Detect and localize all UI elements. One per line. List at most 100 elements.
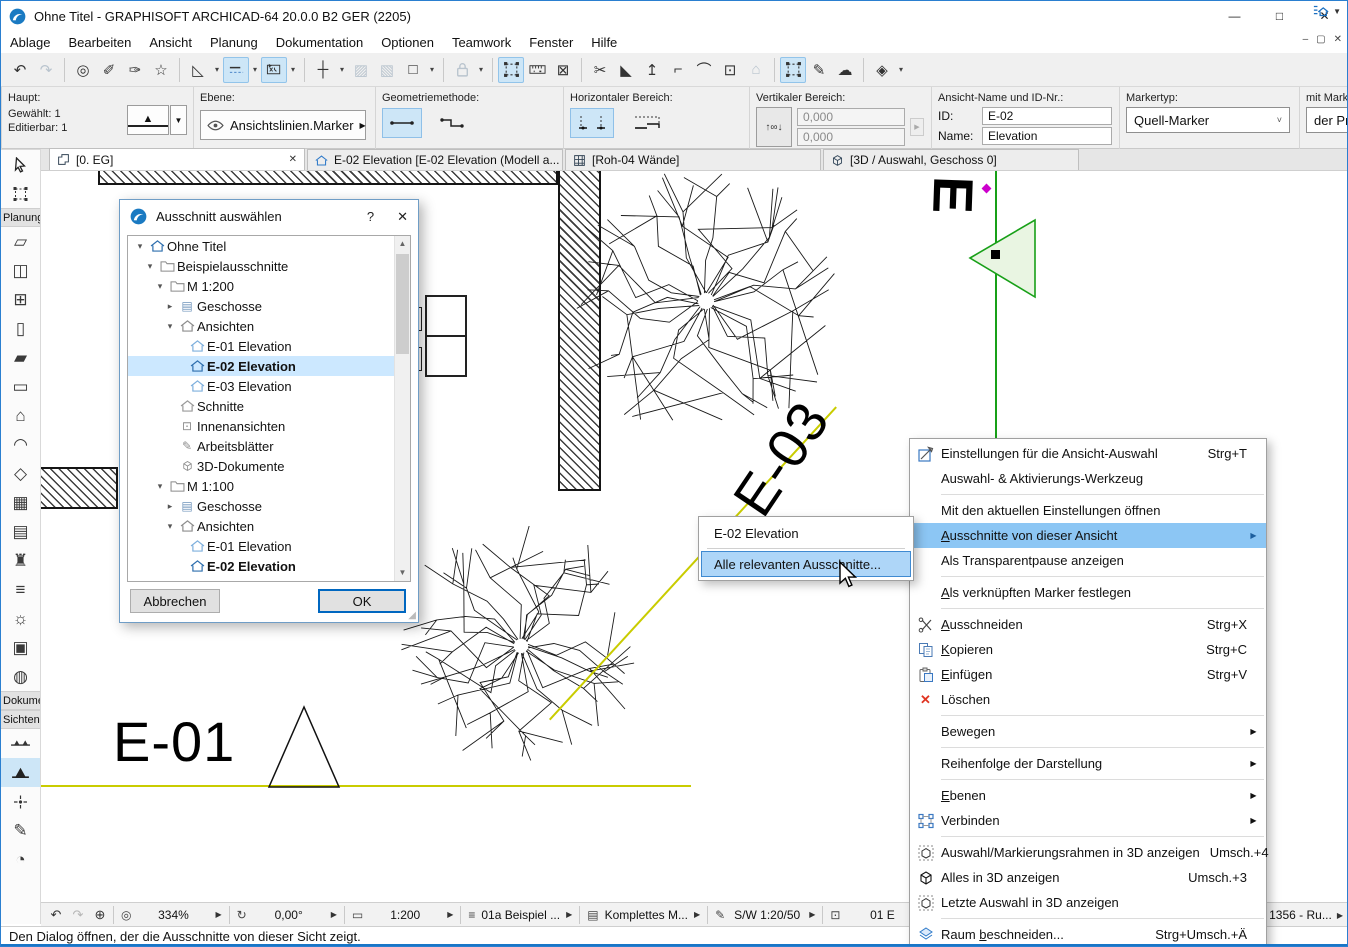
marker-geometry-select[interactable]: der Pro: [1306, 107, 1348, 133]
zone-tool[interactable]: ▣: [1, 633, 40, 662]
menu-planung[interactable]: Planung: [201, 33, 267, 52]
mdi-restore-button[interactable]: ▢: [1316, 34, 1325, 45]
menu-einfuegen[interactable]: EinfügenStrg+V: [910, 662, 1266, 687]
extend-icon[interactable]: ↥: [639, 57, 665, 83]
pen-set-control[interactable]: ✎S/W 1:20/50▶: [710, 903, 820, 926]
resize-icon[interactable]: ⊡: [717, 57, 743, 83]
tree-item-3d-dokumente[interactable]: 3D-Dokumente: [128, 456, 410, 476]
chevron-collapsed-icon[interactable]: ▸: [163, 501, 177, 512]
pick-up-parameters-icon[interactable]: ✐: [96, 57, 122, 83]
menu-ausschnitte-von-dieser-ansicht[interactable]: Ausschnitte von dieser Ansicht▶: [910, 523, 1266, 548]
elevation-marker-e01[interactable]: [266, 705, 346, 789]
chevron-expanded-icon[interactable]: ▾: [163, 321, 177, 332]
object-tool[interactable]: ♜: [1, 546, 40, 575]
coordinates-icon[interactable]: [261, 57, 287, 83]
find-select-icon[interactable]: ◎: [70, 57, 96, 83]
wall-left-stub[interactable]: [41, 467, 118, 509]
guide-segment-dropdown-icon[interactable]: ▾: [249, 65, 261, 74]
tree-item-beispielausschnitte[interactable]: ▾Beispielausschnitte: [128, 256, 410, 276]
submenu-alle-relevanten-ausschnitte[interactable]: Alle relevanten Ausschnitte...: [701, 551, 911, 577]
model-view-options-control[interactable]: ▤Komplettes M...▶: [582, 903, 705, 926]
dialog-title-bar[interactable]: Ausschnitt auswählen ? ✕: [120, 200, 418, 233]
favorites-icon[interactable]: ☆: [148, 57, 174, 83]
elevation-tool[interactable]: [1, 758, 40, 787]
maximize-button[interactable]: □: [1257, 1, 1302, 31]
split-icon[interactable]: ✂: [587, 57, 613, 83]
layer-combination-control[interactable]: ≡01a Beispiel ...▶: [463, 903, 577, 926]
mesh-tool[interactable]: ◍: [1, 662, 40, 691]
shell-tool[interactable]: ◠: [1, 430, 40, 459]
menu-dokumentation[interactable]: Dokumentation: [267, 33, 372, 52]
tree-item-geschosse[interactable]: ▸▤Geschosse: [128, 296, 410, 316]
arrow-tool[interactable]: [1, 150, 40, 179]
fillet-icon[interactable]: ⌒: [691, 57, 717, 83]
menu-ausschneiden[interactable]: AusschneidenStrg+X: [910, 612, 1266, 637]
wall-top[interactable]: [98, 171, 558, 185]
ok-button[interactable]: OK: [318, 589, 406, 613]
menu-hilfe[interactable]: Hilfe: [582, 33, 626, 52]
snap-grid-icon[interactable]: ┼: [310, 57, 336, 83]
tree-item-m-1-200[interactable]: ▾M 1:200: [128, 276, 410, 296]
tree-item-e-02-elevation[interactable]: E-02 Elevation: [128, 356, 410, 376]
toolbox-section-sichten[interactable]: Sichten: [1, 710, 40, 729]
minimize-button[interactable]: —: [1212, 1, 1257, 31]
column-tool[interactable]: ▯: [1, 314, 40, 343]
menu-optionen[interactable]: Optionen: [372, 33, 443, 52]
trace-frame-icon[interactable]: □: [400, 57, 426, 83]
table-symbol[interactable]: [425, 295, 467, 377]
menu-teamwork[interactable]: Teamwork: [443, 33, 520, 52]
menu-bearbeiten[interactable]: Bearbeiten: [59, 33, 140, 52]
cancel-button[interactable]: Abbrechen: [130, 589, 220, 613]
coordinates-dropdown-icon[interactable]: ▾: [287, 65, 299, 74]
layer-selector-button[interactable]: Ansichtslinien.Marker ▶: [200, 110, 366, 140]
tab-e02-elevation[interactable]: E-02 Elevation [E-02 Elevation (Modell a…: [307, 149, 563, 170]
zoom-previous-icon[interactable]: ↶: [45, 907, 67, 923]
name-field[interactable]: [982, 127, 1112, 145]
tree-symbol[interactable]: [401, 526, 641, 766]
geometry-straight-button[interactable]: [382, 108, 422, 138]
chevron-expanded-icon[interactable]: ▾: [143, 261, 157, 272]
menu-reihenfolge-der-darstellung[interactable]: Reihenfolge der Darstellung▶: [910, 751, 1266, 776]
menu-ebenen[interactable]: Ebenen▶: [910, 783, 1266, 808]
guide-lines-dropdown-icon[interactable]: ▾: [211, 65, 223, 74]
orientation-control[interactable]: ↻0,00°▶: [232, 903, 342, 926]
inject-parameters-icon[interactable]: ✑: [122, 57, 148, 83]
id-field[interactable]: [982, 107, 1112, 125]
menu-mit-aktuellen-einstellungen-oeffnen[interactable]: Mit den aktuellen Einstellungen öffnen: [910, 498, 1266, 523]
beam-tool[interactable]: ▭: [1, 372, 40, 401]
menu-auswahl-markierungsrahmen-3d[interactable]: Auswahl/Markierungsrahmen in 3D anzeigen…: [910, 840, 1266, 865]
menu-fenster[interactable]: Fenster: [520, 33, 582, 52]
zoom-in-icon[interactable]: ⊕: [89, 907, 111, 923]
toolbox-section-dokumentation[interactable]: Dokumentation: [1, 691, 40, 710]
scroll-down-icon[interactable]: ▼: [395, 565, 410, 581]
chevron-expanded-icon[interactable]: ▾: [153, 281, 167, 292]
chevron-expanded-icon[interactable]: ▾: [163, 521, 177, 532]
vertical-range-button[interactable]: ↑∞↓: [756, 107, 792, 147]
mdi-minimize-button[interactable]: –: [1303, 34, 1309, 45]
scroll-up-icon[interactable]: ▲: [395, 236, 410, 252]
dialog-close-button[interactable]: ✕: [397, 209, 408, 225]
menu-bewegen[interactable]: Bewegen▶: [910, 719, 1266, 744]
rotated-view-icon[interactable]: ◈: [869, 57, 895, 83]
geometry-staggered-button[interactable]: [432, 108, 472, 138]
menu-als-verknuepften-marker-festlegen[interactable]: Als verknüpften Marker festlegen: [910, 580, 1266, 605]
detail-tool[interactable]: ◔: [1, 845, 40, 874]
elevation-line-e01[interactable]: [41, 785, 691, 787]
trace-frame-dropdown-icon[interactable]: ▾: [426, 65, 438, 74]
menu-ansicht[interactable]: Ansicht: [140, 33, 201, 52]
menu-als-transparentpause-anzeigen[interactable]: Als Transparentpause anzeigen: [910, 548, 1266, 573]
door-tool[interactable]: ◫: [1, 256, 40, 285]
tab-navigator-control[interactable]: ▼: [1313, 4, 1341, 18]
mdi-close-button[interactable]: ✕: [1334, 34, 1342, 45]
tree-item-arbeitsblätter[interactable]: ✎Arbeitsblätter: [128, 436, 410, 456]
toolbox-section-planung[interactable]: Planung: [1, 208, 40, 227]
lock-dropdown-icon[interactable]: ▾: [475, 65, 487, 74]
cloud-panel-icon[interactable]: ☁: [832, 57, 858, 83]
elevation-label-e01[interactable]: E-01: [113, 709, 235, 774]
undo-icon[interactable]: ↶: [7, 57, 33, 83]
slab-tool[interactable]: ▰: [1, 343, 40, 372]
morph-tool[interactable]: ◇: [1, 459, 40, 488]
snap-grid-dropdown-icon[interactable]: ▾: [336, 65, 348, 74]
chevron-collapsed-icon[interactable]: ▸: [163, 301, 177, 312]
adjust-icon[interactable]: ◣: [613, 57, 639, 83]
